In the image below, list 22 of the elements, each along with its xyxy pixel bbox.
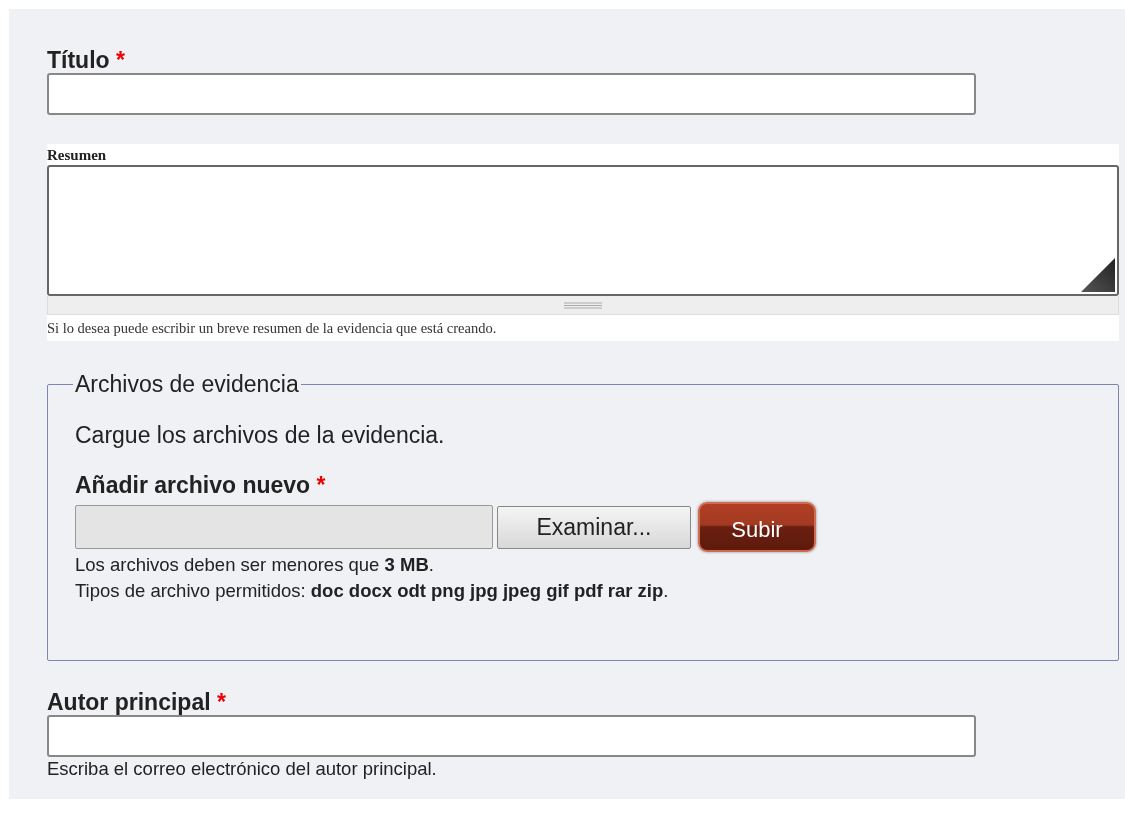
resize-grip[interactable] [47,296,1119,315]
field-description: Escriba el correo electrónico del autor principal. [47,757,438,781]
required-mark: * [316,472,326,498]
fieldset-intro: Cargue los archivos de la evidencia. [75,421,446,450]
browse-button[interactable]: Examinar... [497,505,691,549]
title-input[interactable] [47,73,976,115]
resize-corner-icon[interactable] [1081,258,1115,292]
fieldset-legend: Archivos de evidencia [73,371,301,398]
required-mark: * [116,47,125,73]
field-description: Si lo desea puede escribir un breve resumen de la evidencia que está creando. [47,319,498,338]
author-label: Autor principal [47,689,211,715]
summary-label: Resumen [47,147,107,163]
upload-help-text: Tipos de archivo permitidos: doc docx odt png jpg jpeg gif pdf rar zip. [75,579,670,603]
grip-lines-icon [564,301,602,309]
title-label: Título [47,47,110,73]
upload-help-text: Los archivos deben ser menores que 3 MB. [75,553,435,577]
author-input[interactable] [47,715,976,757]
upload-label: Añadir archivo nuevo [75,472,311,498]
upload-button[interactable]: Subir [698,502,816,552]
file-path-field[interactable] [75,505,493,549]
required-mark: * [216,689,226,715]
summary-textarea[interactable] [47,165,1119,296]
